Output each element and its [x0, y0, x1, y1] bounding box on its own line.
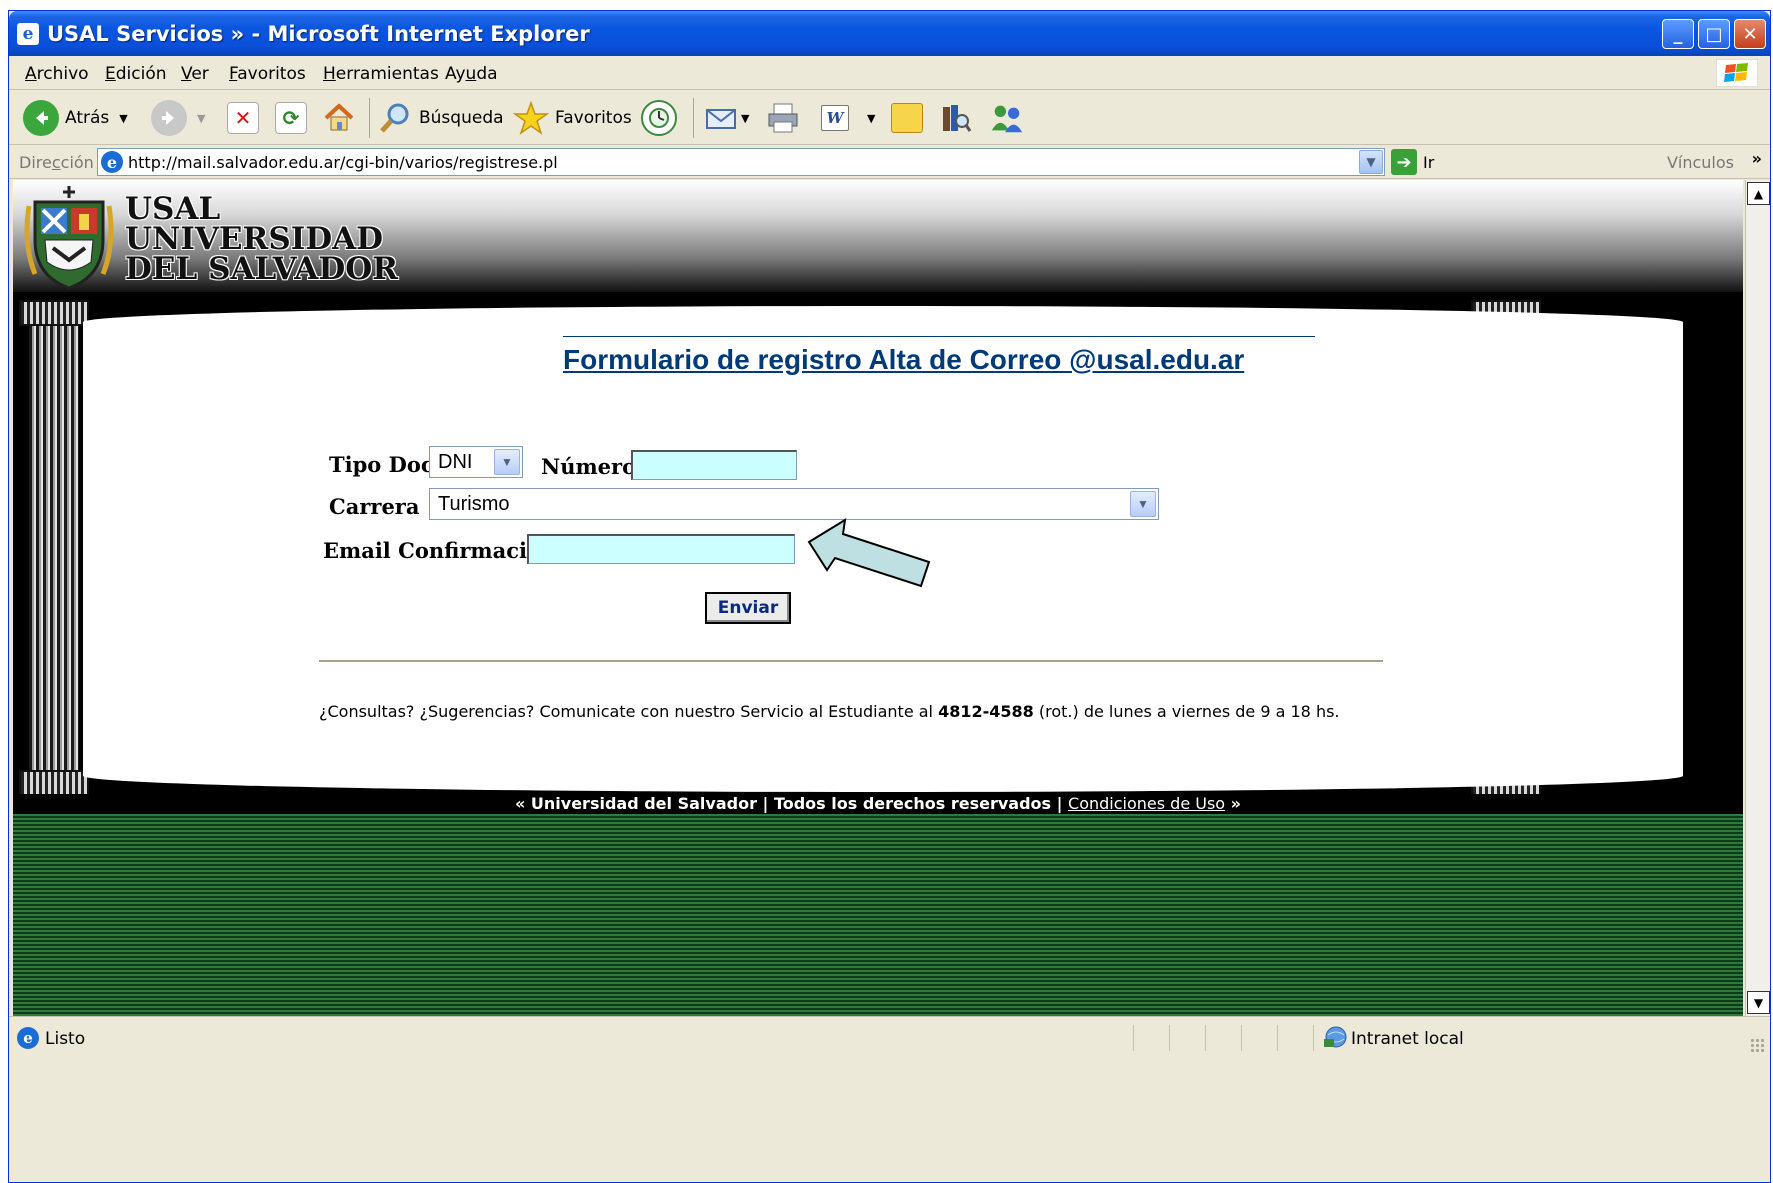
discuss-button[interactable]	[891, 98, 929, 138]
form-title: Formulario de registro Alta de Correo @u…	[563, 344, 1245, 375]
refresh-button[interactable]: ⟳	[275, 98, 313, 138]
condiciones-de-uso-link[interactable]: Condiciones de Uso	[1068, 794, 1225, 813]
standard-toolbar: Atrás ▼ ▼ ✕ ⟳ Búsqueda Favoritos ▼ W ▼	[9, 90, 1770, 145]
print-icon	[765, 100, 801, 136]
forward-arrow-icon	[151, 100, 187, 136]
history-icon	[641, 100, 677, 136]
menu-favoritos[interactable]: Favoritos	[229, 64, 306, 84]
browser-window: e USAL Servicios » - Microsoft Internet …	[8, 10, 1771, 1183]
address-url: http://mail.salvador.edu.ar/cgi-bin/vari…	[128, 153, 558, 172]
mail-dropdown-icon[interactable]: ▼	[741, 112, 749, 125]
site-name: USAL UNIVERSIDAD DEL SALVADOR	[125, 191, 399, 287]
toolbar-separator	[693, 98, 694, 138]
annotation-arrow-icon	[807, 518, 931, 588]
footer-rule	[319, 660, 1383, 662]
address-bar: Dirección e http://mail.salvador.edu.ar/…	[9, 145, 1770, 179]
status-text: Listo	[45, 1029, 86, 1049]
search-button[interactable]: Búsqueda	[377, 98, 504, 138]
carrera-select[interactable]: Turismo ▼	[429, 488, 1159, 520]
back-button[interactable]: Atrás ▼	[23, 98, 128, 138]
content-area: Formulario de registro Alta de Correo @u…	[13, 300, 1743, 796]
maximize-button[interactable]: □	[1698, 19, 1730, 49]
status-bar: e Listo Intranet local	[9, 1016, 1770, 1056]
support-note: ¿Consultas? ¿Sugerencias? Comunicate con…	[319, 702, 1340, 721]
close-button[interactable]: ✕	[1734, 19, 1766, 49]
edit-word-button[interactable]: W ▼	[821, 98, 875, 138]
links-label[interactable]: Vínculos	[1667, 153, 1734, 172]
numero-label: Número:	[541, 454, 644, 479]
favorites-button[interactable]: Favoritos	[513, 98, 632, 138]
mail-button[interactable]: ▼	[703, 98, 749, 138]
status-divider	[1133, 1025, 1134, 1051]
form-panel: Formulario de registro Alta de Correo @u…	[83, 306, 1683, 792]
carrera-label: Carrera	[329, 494, 420, 519]
security-zone-text: Intranet local	[1351, 1029, 1464, 1049]
menu-herramientas[interactable]: Herramientas	[323, 64, 439, 84]
forward-button[interactable]: ▼	[151, 98, 205, 138]
edit-dropdown-icon[interactable]: ▼	[867, 112, 875, 125]
page-status-icon: e	[17, 1027, 39, 1049]
address-label: Dirección	[19, 153, 94, 172]
address-dropdown-icon[interactable]: ▼	[1359, 150, 1383, 174]
links-more-icon[interactable]: »	[1752, 149, 1762, 168]
status-divider	[1313, 1025, 1314, 1051]
address-input[interactable]: e http://mail.salvador.edu.ar/cgi-bin/va…	[97, 148, 1385, 176]
enviar-button[interactable]: Enviar	[705, 592, 791, 624]
menu-ver[interactable]: Ver	[181, 64, 209, 84]
site-header: USAL UNIVERSIDAD DEL SALVADOR	[13, 180, 1743, 292]
page-icon: e	[101, 151, 123, 173]
back-dropdown-icon[interactable]: ▼	[119, 112, 127, 125]
resize-grip-icon[interactable]	[1750, 1038, 1764, 1052]
chevron-down-icon: ▼	[1130, 491, 1156, 517]
go-arrow-icon: ➔	[1391, 149, 1417, 175]
menu-ayuda[interactable]: Ayuda	[445, 64, 498, 84]
print-button[interactable]	[765, 98, 807, 138]
mail-icon	[703, 100, 739, 136]
history-button[interactable]	[641, 98, 683, 138]
stop-button[interactable]: ✕	[227, 98, 265, 138]
back-arrow-icon	[23, 100, 59, 136]
left-column-decoration	[19, 300, 89, 796]
chevron-down-icon: ▼	[494, 449, 520, 475]
ie-icon: e	[17, 23, 39, 45]
messenger-people-icon	[989, 100, 1025, 136]
word-document-icon: W	[821, 105, 849, 131]
research-books-icon	[937, 100, 973, 136]
window-title: USAL Servicios » - Microsoft Internet Ex…	[47, 22, 590, 46]
stop-icon: ✕	[227, 102, 259, 134]
email-confirmacion-input[interactable]	[527, 534, 795, 564]
numero-input[interactable]	[631, 450, 797, 480]
intranet-globe-icon	[1324, 1026, 1347, 1048]
menu-edicion[interactable]: Edición	[105, 64, 167, 84]
status-divider	[1205, 1025, 1206, 1051]
status-divider	[1169, 1025, 1170, 1051]
home-icon	[321, 100, 357, 136]
home-button[interactable]	[321, 98, 363, 138]
favorites-star-icon	[513, 100, 549, 136]
vertical-scrollbar[interactable]: ▲ ▼	[1745, 180, 1770, 1016]
title-bar: e USAL Servicios » - Microsoft Internet …	[9, 11, 1770, 56]
forward-dropdown-icon: ▼	[197, 111, 206, 125]
page-viewport: USAL UNIVERSIDAD DEL SALVADOR Formulario…	[13, 180, 1743, 1016]
status-divider	[1277, 1025, 1278, 1051]
scroll-down-icon[interactable]: ▼	[1747, 991, 1770, 1014]
scroll-up-icon[interactable]: ▲	[1747, 182, 1770, 205]
refresh-icon: ⟳	[275, 102, 307, 134]
tipo-doc-label: Tipo Doc:	[329, 452, 442, 477]
tipo-doc-select[interactable]: DNI ▼	[429, 446, 523, 478]
university-crest-logo	[24, 186, 114, 290]
copyright-bar: « Universidad del Salvador | Todos los d…	[13, 794, 1743, 814]
menu-bar: Archivo Edición Ver Favoritos Herramient…	[9, 56, 1770, 90]
messenger-button[interactable]	[989, 98, 1031, 138]
menu-archivo[interactable]: Archivo	[25, 64, 89, 84]
note-icon	[891, 103, 923, 133]
go-button[interactable]: ➔ Ir	[1391, 148, 1434, 176]
status-divider	[1241, 1025, 1242, 1051]
minimize-button[interactable]: _	[1662, 19, 1694, 49]
research-button[interactable]	[937, 98, 979, 138]
title-rule	[563, 336, 1315, 337]
toolbar-separator	[369, 98, 370, 138]
search-icon	[377, 100, 413, 136]
windows-flag-icon	[1716, 59, 1758, 87]
